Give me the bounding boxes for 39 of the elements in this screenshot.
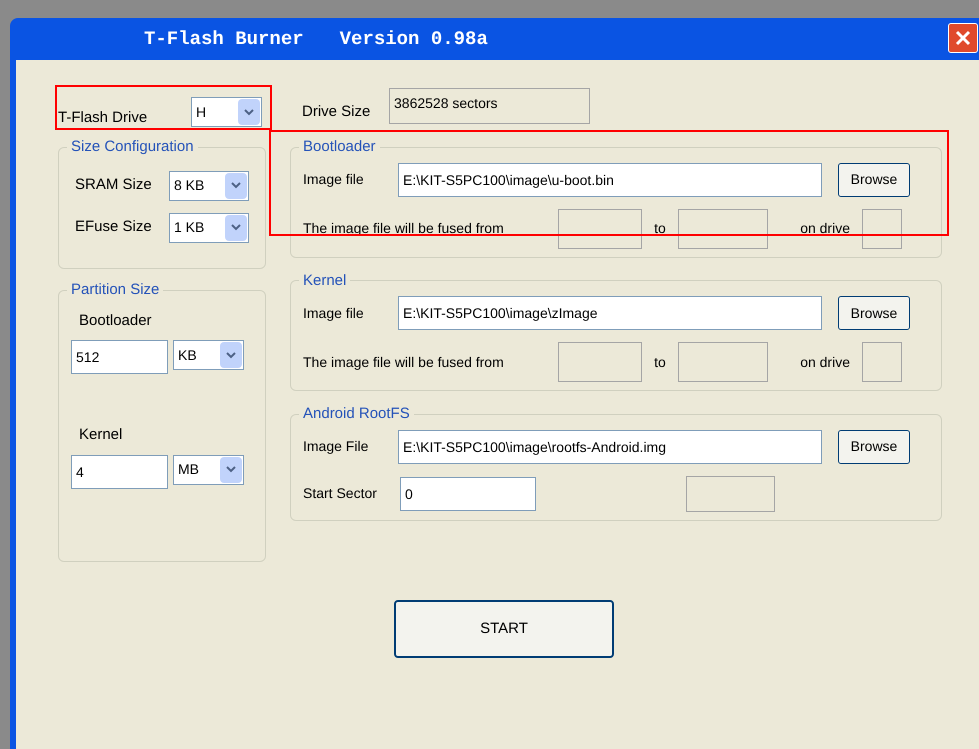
window-title: T-Flash Burner xyxy=(144,26,304,52)
input-field[interactable]: 512 xyxy=(71,340,168,374)
dropdown[interactable]: H xyxy=(191,97,262,127)
group-title: Kernel xyxy=(302,270,348,290)
on-drive-label: on drive xyxy=(799,352,851,372)
fused-range-label: The image file will be fused from xyxy=(303,219,505,238)
group-title: Partition Size xyxy=(70,280,160,300)
path-field[interactable]: E:\KIT-S5PC100\image\u-boot.bin xyxy=(398,162,822,196)
drive-size-field: 3862528 sectors xyxy=(389,88,590,124)
drive-label: T-Flash Drive xyxy=(58,108,148,128)
dropdown[interactable]: KB xyxy=(173,340,244,370)
input-field[interactable]: 4 xyxy=(71,454,168,488)
image-file-label: Image file xyxy=(303,304,365,323)
to-label: to xyxy=(653,352,667,372)
browse-button[interactable]: Browse xyxy=(838,430,910,464)
start-sector-label: Start Sector xyxy=(303,484,378,503)
input-field[interactable]: 0 xyxy=(400,476,536,510)
group-title: Bootloader xyxy=(302,137,377,157)
fused-range-label: The image file will be fused from xyxy=(303,352,505,372)
size-label: SRAM Size xyxy=(74,175,153,196)
drive-size-label: Drive Size xyxy=(302,102,372,122)
browse-button[interactable]: Browse xyxy=(838,296,910,330)
dropdown[interactable]: MB xyxy=(173,454,244,484)
partition-label: Kernel xyxy=(78,425,124,445)
size-label: EFuse Size xyxy=(74,217,153,238)
path-field[interactable]: E:\KIT-S5PC100\image\rootfs-Android.img xyxy=(398,430,822,464)
to-label: to xyxy=(653,219,667,238)
path-field[interactable]: E:\KIT-S5PC100\image\zImage xyxy=(398,296,822,330)
start-button[interactable]: START xyxy=(394,600,614,658)
on-drive-label: on drive xyxy=(799,219,851,238)
browse-button[interactable]: Browse xyxy=(838,162,910,196)
group-title: Android RootFS xyxy=(302,404,411,424)
image-file-label: Image File xyxy=(303,437,370,456)
dropdown[interactable]: 8 KB xyxy=(169,170,249,200)
window-version: Version 0.98a xyxy=(340,26,488,52)
partition-label: Bootloader xyxy=(78,310,153,330)
group-title: Size Configuration xyxy=(70,137,195,157)
dropdown[interactable]: 1 KB xyxy=(169,212,249,242)
image-file-label: Image file xyxy=(303,170,365,189)
